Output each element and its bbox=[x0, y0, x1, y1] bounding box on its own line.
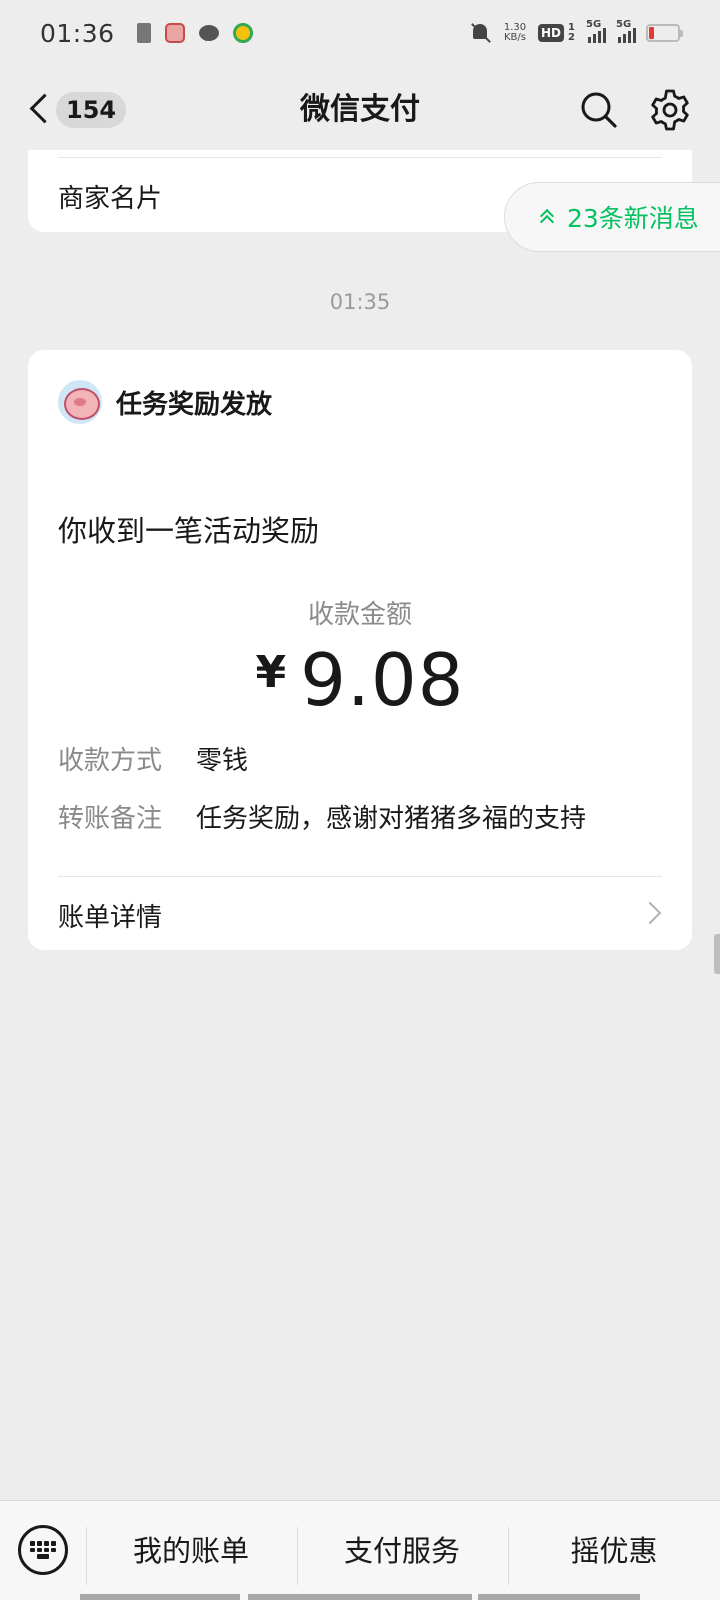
chevron-right-icon bbox=[638, 901, 662, 925]
payment-method-label: 收款方式 bbox=[58, 746, 163, 776]
remark-value: 任务奖励，感谢对猪猪多福的支持 bbox=[196, 804, 587, 834]
amount-label: 收款金额 bbox=[307, 600, 412, 630]
bill-details-link[interactable]: 账单详情 bbox=[28, 877, 692, 950]
menu-item-my-bills[interactable]: 我的账单 bbox=[86, 1501, 296, 1600]
nav-bar: 154 微信支付 bbox=[0, 66, 720, 154]
status-left: 01:36 bbox=[40, 19, 253, 48]
bottom-menu: 我的账单 支付服务 摇优惠 bbox=[0, 1500, 720, 1600]
signal-2-label: 5G bbox=[616, 19, 632, 30]
merchant-card-label: 商家名片 bbox=[58, 184, 163, 214]
bill-details-label: 账单详情 bbox=[58, 903, 163, 933]
card-header: 任务奖励发放 bbox=[58, 380, 272, 424]
signal-icon-2: 5G bbox=[616, 19, 636, 43]
hd-voice-icon: HD bbox=[537, 24, 564, 42]
app-notification-icon bbox=[164, 23, 185, 43]
keyboard-icon[interactable] bbox=[18, 1525, 68, 1575]
network-speed: 1.30 KB/s bbox=[502, 23, 528, 43]
hd-sim-2: 2 bbox=[568, 32, 575, 43]
remark-label: 转账备注 bbox=[58, 804, 163, 834]
battery-icon bbox=[646, 24, 683, 42]
signal-1-label: 5G bbox=[586, 19, 602, 30]
card-headline: 你收到一笔活动奖励 bbox=[58, 514, 320, 548]
app-notification-icon-2 bbox=[232, 23, 253, 43]
menu-underline bbox=[80, 1594, 240, 1600]
remark-row: 转账备注 任务奖励，感谢对猪猪多福的支持 bbox=[58, 798, 586, 835]
status-time: 01:36 bbox=[40, 18, 115, 48]
search-icon[interactable] bbox=[579, 90, 619, 130]
payment-method-value: 零钱 bbox=[196, 746, 249, 776]
double-chevron-up-icon bbox=[539, 207, 555, 227]
signal-icon-1: 5G bbox=[586, 19, 606, 43]
card-divider bbox=[58, 157, 662, 158]
menu-underline bbox=[248, 1594, 472, 1600]
scrollbar-thumb[interactable] bbox=[714, 934, 720, 974]
amount-value: 9.08 bbox=[300, 638, 465, 722]
back-arrow-icon[interactable] bbox=[26, 88, 52, 132]
card-sender: 任务奖励发放 bbox=[116, 389, 273, 420]
unread-count-badge[interactable]: 154 bbox=[56, 92, 127, 128]
payment-method-row: 收款方式 零钱 bbox=[58, 740, 248, 777]
mute-bell-icon bbox=[470, 22, 492, 44]
menu-underline bbox=[478, 1594, 640, 1600]
menu-item-payment-services[interactable]: 支付服务 bbox=[297, 1501, 507, 1600]
new-messages-label: 23条新消息 bbox=[567, 204, 699, 233]
amount-row: ¥9.08 bbox=[28, 638, 692, 722]
sim-card-icon bbox=[136, 23, 151, 43]
message-timestamp: 01:35 bbox=[329, 290, 391, 314]
payment-message-card[interactable]: 任务奖励发放 你收到一笔活动奖励 收款金额 ¥9.08 收款方式 零钱 转账备注… bbox=[28, 350, 692, 950]
new-messages-button[interactable]: 23条新消息 bbox=[504, 182, 720, 252]
hd-sim-indicator: 1 2 bbox=[568, 23, 576, 43]
gear-icon[interactable] bbox=[648, 88, 692, 132]
menu-item-shake-deals[interactable]: 摇优惠 bbox=[508, 1501, 720, 1600]
avatar bbox=[58, 380, 102, 424]
status-bar: 01:36 1.30 KB/s HD 1 2 5G 5G bbox=[0, 0, 720, 66]
network-speed-unit: KB/s bbox=[503, 32, 526, 43]
chat-notification-icon bbox=[198, 25, 219, 41]
status-right: 1.30 KB/s HD 1 2 5G 5G bbox=[470, 19, 683, 44]
currency-symbol: ¥ bbox=[255, 647, 287, 698]
